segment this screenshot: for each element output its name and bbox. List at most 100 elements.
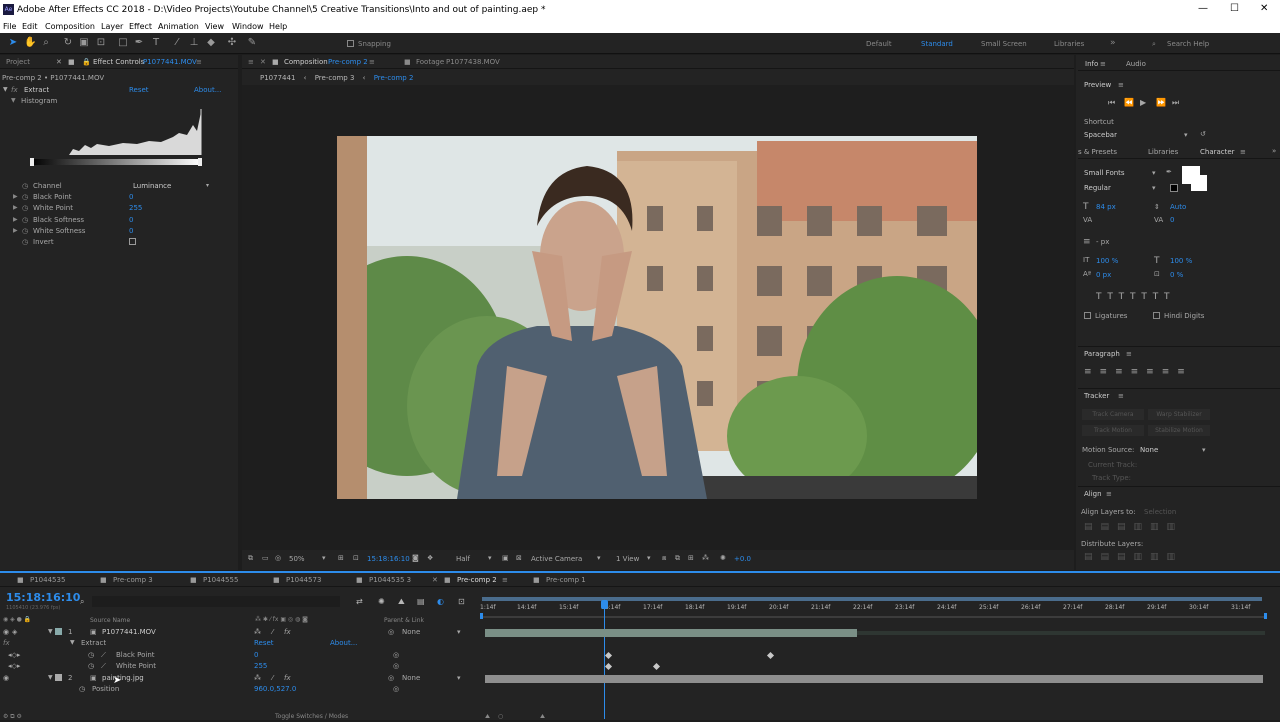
- stopwatch-icon[interactable]: ◷: [22, 204, 28, 212]
- tab-composition[interactable]: Composition: [284, 58, 328, 66]
- roi-icon[interactable]: ▣: [502, 554, 509, 562]
- chevron-down-icon[interactable]: ▾: [322, 554, 326, 562]
- stabilize-motion-button[interactable]: Stabilize Motion: [1148, 425, 1210, 436]
- rotate-tool-icon[interactable]: ↻: [62, 37, 74, 49]
- keyframe-nav-icon[interactable]: ◂◇▸: [8, 662, 20, 670]
- zoom-dropdown[interactable]: 50%: [289, 555, 305, 563]
- chevron-down-icon[interactable]: ▾: [457, 628, 461, 636]
- paragraph-align-buttons[interactable]: ≡≡≡≡≡≡≡: [1084, 367, 1193, 377]
- toggle-switches-modes[interactable]: Toggle Switches / Modes: [275, 713, 348, 720]
- resolution-dropdown[interactable]: Half: [456, 555, 470, 563]
- parent-dropdown[interactable]: None: [402, 674, 420, 682]
- timeline-tab[interactable]: P1044535 3: [369, 576, 411, 584]
- expression-pickwhip-icon[interactable]: ◎: [393, 685, 399, 693]
- timeline-icon[interactable]: ⊞: [688, 554, 694, 562]
- shy-switch-icon[interactable]: ⁂: [254, 674, 261, 682]
- panel-menu-icon[interactable]: ≡: [1240, 148, 1246, 156]
- histogram-graph[interactable]: [29, 107, 205, 173]
- layer-name[interactable]: painting.jpg: [102, 674, 144, 682]
- layer-bar-1[interactable]: [485, 629, 857, 637]
- frame-blending-icon[interactable]: ▤: [417, 597, 425, 606]
- white-point-value[interactable]: 255: [129, 204, 142, 212]
- shy-switch-icon[interactable]: ⁂: [254, 628, 261, 636]
- chevron-down-icon[interactable]: ▾: [597, 554, 601, 562]
- white-point-value[interactable]: 255: [254, 662, 267, 670]
- menu-animation[interactable]: Animation: [158, 22, 199, 31]
- last-frame-icon[interactable]: ⏭: [1172, 98, 1179, 108]
- tab-info[interactable]: Info: [1085, 60, 1098, 68]
- label-color-swatch[interactable]: [55, 674, 62, 681]
- motion-source-dropdown[interactable]: None: [1140, 446, 1158, 454]
- shortcut-dropdown[interactable]: Spacebar: [1084, 131, 1117, 139]
- shy-icon[interactable]: ⛰: [398, 597, 405, 607]
- tab-effect-controls[interactable]: Effect Controls: [93, 58, 144, 66]
- white-softness-value[interactable]: 0: [129, 227, 133, 235]
- panel-menu-icon[interactable]: ≡: [1100, 60, 1106, 68]
- hand-tool-icon[interactable]: ✋: [24, 37, 36, 49]
- tab-composition-name[interactable]: Pre-comp 2: [328, 58, 368, 66]
- zoom-slider[interactable]: ○: [498, 713, 503, 720]
- play-icon[interactable]: ▶: [1140, 98, 1146, 107]
- stopwatch-icon[interactable]: ◷: [22, 193, 28, 201]
- menu-window[interactable]: Window: [232, 22, 264, 31]
- brush-tool-icon[interactable]: ⁄: [171, 37, 183, 49]
- puppet-tool-icon[interactable]: ✎: [246, 37, 258, 49]
- channel-row[interactable]: ◷ Channel Luminance ▾: [0, 181, 230, 192]
- tab-footage-name[interactable]: P1077438.MOV: [446, 58, 500, 66]
- track-camera-button[interactable]: Track Camera: [1082, 409, 1144, 420]
- transparency-grid-icon[interactable]: ⊠: [516, 554, 522, 562]
- clone-tool-icon[interactable]: ⊥: [188, 37, 200, 49]
- lock-icon[interactable]: ■: [68, 58, 75, 66]
- hindi-digits-checkbox[interactable]: [1153, 312, 1160, 319]
- camera-icon[interactable]: ◙: [412, 554, 419, 562]
- timeline-tab[interactable]: P1044555: [203, 576, 238, 584]
- comp-mini-flowchart-icon[interactable]: ⇄: [356, 597, 363, 606]
- workspace-default[interactable]: Default: [866, 40, 892, 48]
- black-point-value[interactable]: 0: [129, 193, 133, 201]
- label-color-swatch[interactable]: [55, 628, 62, 635]
- expand-triangle-icon[interactable]: ▶: [13, 227, 18, 234]
- type-tool-icon[interactable]: T: [150, 37, 162, 49]
- camera-tool-icon[interactable]: ▣: [78, 37, 90, 49]
- timeline-tab-active[interactable]: Pre-comp 2: [457, 576, 497, 584]
- selection-tool-icon[interactable]: ➤: [7, 37, 19, 49]
- ligatures-checkbox[interactable]: [1084, 312, 1091, 319]
- more-panels-icon[interactable]: »: [1272, 147, 1276, 155]
- visibility-eye-icon[interactable]: ◉: [3, 674, 9, 682]
- parent-link-column[interactable]: Parent & Link: [384, 617, 424, 624]
- tab-close-icon[interactable]: ✕: [432, 576, 438, 584]
- expand-triangle-icon[interactable]: ▼: [48, 674, 53, 681]
- source-name-column[interactable]: Source Name: [90, 617, 130, 624]
- pickwhip-icon[interactable]: ◎: [388, 674, 394, 682]
- keyframe[interactable]: [766, 651, 775, 660]
- timeline-tab[interactable]: Pre-comp 1: [546, 576, 586, 584]
- mask-icon[interactable]: ◎: [275, 554, 281, 562]
- eyedropper-icon[interactable]: ✒: [1166, 168, 1172, 176]
- black-point-value[interactable]: 0: [254, 651, 258, 659]
- stopwatch-icon[interactable]: ◷: [88, 651, 94, 659]
- keyframe[interactable]: [604, 651, 613, 660]
- white-point-row[interactable]: ▶ ◷ White Point 255: [0, 203, 230, 214]
- stroke-width-value[interactable]: - px: [1096, 238, 1109, 246]
- chevron-down-icon[interactable]: ▾: [1202, 446, 1206, 454]
- expand-triangle-icon[interactable]: ▶: [13, 216, 18, 223]
- exposure-icon[interactable]: ✺: [720, 554, 726, 562]
- vertical-scale-value[interactable]: 100 %: [1096, 257, 1118, 265]
- safe-area-icon[interactable]: ⊡: [353, 554, 359, 562]
- reset-icon[interactable]: ↺: [1200, 130, 1206, 138]
- stopwatch-icon[interactable]: ◷: [22, 227, 28, 235]
- pickwhip-icon[interactable]: ◎: [388, 628, 394, 636]
- tab-effects-presets[interactable]: s & Presets: [1078, 148, 1117, 156]
- panel-menu-icon-2[interactable]: ≡: [369, 58, 375, 66]
- distribute-buttons[interactable]: ▤▤▤▥▥▥: [1084, 552, 1183, 562]
- menu-help[interactable]: Help: [269, 22, 287, 31]
- expression-pickwhip-icon[interactable]: ◎: [393, 662, 399, 670]
- tab-effect-layer[interactable]: P1077441.MOV: [143, 58, 197, 66]
- menu-edit[interactable]: Edit: [22, 22, 38, 31]
- layer-row-2[interactable]: ◉ ▼ 2 ▣ painting.jpg ➤ ⁂ ⁄ fx ◎ None ▾: [0, 673, 1280, 686]
- panel-menu-icon[interactable]: ≡: [196, 58, 202, 66]
- fx-switch-icon[interactable]: fx: [284, 628, 291, 636]
- panel-menu-icon[interactable]: ≡: [1118, 81, 1124, 89]
- chevron-down-icon[interactable]: ▾: [647, 554, 651, 562]
- stopwatch-icon[interactable]: ◷: [79, 685, 85, 693]
